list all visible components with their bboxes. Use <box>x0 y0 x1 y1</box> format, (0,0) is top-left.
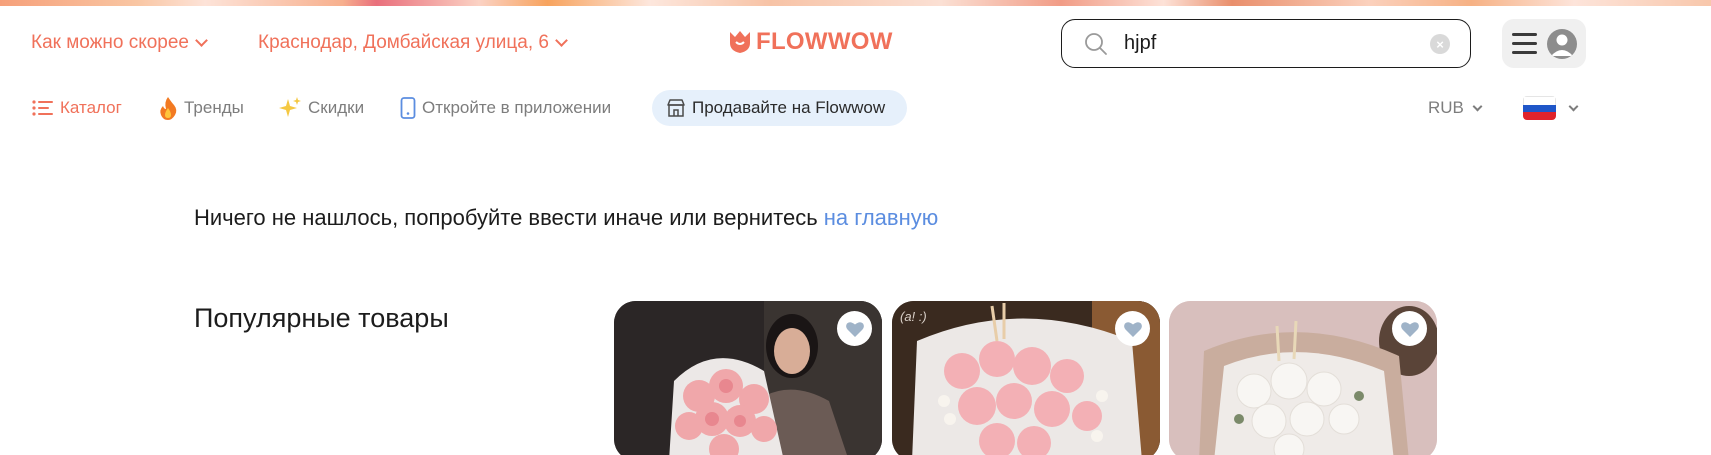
shop-icon <box>666 98 686 118</box>
product-card[interactable] <box>1169 301 1437 455</box>
sparkles-icon <box>278 96 302 120</box>
currency-selector[interactable]: RUB <box>1428 96 1483 120</box>
search-box[interactable]: × <box>1061 19 1471 68</box>
tulip-logo-icon <box>730 31 750 53</box>
nav-open-app-label: Откройте в приложении <box>422 98 612 117</box>
popular-products-title: Популярные товары <box>194 303 449 333</box>
product-image-caption: (a! :) <box>900 309 927 324</box>
russia-flag-icon <box>1523 96 1556 120</box>
chevron-down-icon <box>1568 101 1579 111</box>
user-avatar-icon <box>1547 29 1577 59</box>
logo-text: FLOWWOW <box>756 28 893 55</box>
nav-trends-label: Тренды <box>184 98 244 117</box>
chevron-down-icon <box>555 34 568 47</box>
nav-trends[interactable]: Тренды <box>158 96 244 120</box>
heart-icon <box>1123 321 1142 337</box>
favorite-button[interactable] <box>837 311 872 346</box>
favorite-button[interactable] <box>1115 311 1150 346</box>
delivery-address-selector[interactable]: Краснодар, Домбайская улица, 6 <box>258 28 568 58</box>
nav-discounts-label: Скидки <box>308 98 365 117</box>
favorite-button[interactable] <box>1392 311 1427 346</box>
menu-button[interactable] <box>1502 19 1586 68</box>
sell-on-flowwow-button[interactable]: Продавайте на Flowwow <box>652 90 907 126</box>
delivery-time-selector[interactable]: Как можно скорее <box>31 28 208 58</box>
nav-discounts[interactable]: Скидки <box>278 96 364 120</box>
catalog-list-icon <box>32 99 54 117</box>
chevron-down-icon <box>1472 101 1483 111</box>
chevron-down-icon <box>195 34 208 47</box>
search-icon <box>1085 33 1107 55</box>
nav-catalog[interactable]: Каталог <box>32 96 122 120</box>
phone-icon <box>400 97 416 119</box>
product-card[interactable]: (a! :) <box>892 301 1160 455</box>
delivery-time-label: Как можно скорее <box>31 32 189 53</box>
clear-icon[interactable]: × <box>1430 34 1450 54</box>
delivery-address-label: Краснодар, Домбайская улица, 6 <box>258 32 549 53</box>
nav-catalog-label: Каталог <box>60 98 122 117</box>
burger-menu-icon <box>1512 33 1537 54</box>
no-results-message: Ничего не нашлось, попробуйте ввести ина… <box>194 205 938 231</box>
heart-icon <box>1400 321 1419 337</box>
logo[interactable]: FLOWWOW <box>728 25 893 59</box>
top-banner-strip <box>0 0 1711 6</box>
heart-icon <box>845 321 864 337</box>
fire-icon <box>158 96 178 120</box>
nav-open-app[interactable]: Откройте в приложении <box>400 96 611 120</box>
sell-label: Продавайте на Flowwow <box>692 98 886 117</box>
language-selector[interactable] <box>1523 95 1579 121</box>
home-link[interactable]: на главную <box>824 205 938 230</box>
currency-label: RUB <box>1428 98 1464 117</box>
product-card[interactable] <box>614 301 882 455</box>
search-input[interactable] <box>1124 28 1424 58</box>
no-results-text: Ничего не нашлось, попробуйте ввести ина… <box>194 205 824 230</box>
